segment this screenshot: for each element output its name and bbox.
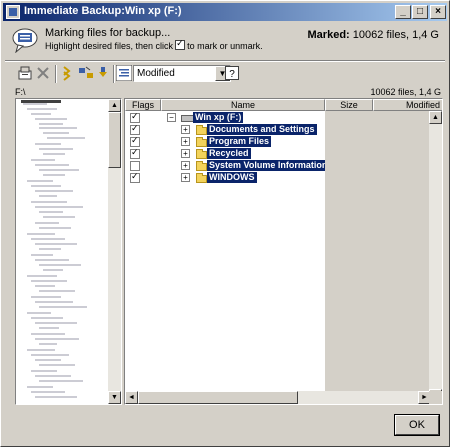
folder-icon — [196, 161, 207, 171]
window-title: Immediate Backup:Win xp (F:) — [24, 5, 182, 17]
tree-node-label[interactable]: WINDOWS — [207, 172, 257, 183]
flag-checkbox[interactable] — [130, 147, 140, 159]
path-summary: 10062 files, 1,4 G — [370, 87, 441, 97]
check-icon — [175, 38, 186, 50]
right-vertical-scrollbar[interactable]: ▲ ▼ — [429, 111, 442, 403]
down-icon[interactable] — [95, 65, 111, 81]
tree-node[interactable]: + WINDOWS — [161, 172, 325, 184]
close-button[interactable]: × — [430, 5, 446, 19]
filter-icon[interactable] — [116, 65, 132, 81]
ok-button[interactable]: OK — [394, 414, 440, 436]
marked-summary: Marked: 10062 files, 1,4 G — [308, 29, 439, 41]
marked-label: Marked: — [307, 29, 350, 41]
toolbar-separator — [113, 65, 115, 83]
horizontal-scroll-thumb[interactable] — [138, 391, 298, 404]
delete-icon[interactable] — [35, 65, 51, 81]
flag-checkbox[interactable] — [130, 171, 140, 183]
scroll-up-button[interactable]: ▲ — [429, 111, 442, 124]
column-header-modified[interactable]: Modified — [373, 99, 442, 111]
column-header-flags[interactable]: Flags — [125, 99, 161, 111]
hint-after: to mark or unmark. — [187, 41, 263, 51]
maximize-button[interactable]: □ — [412, 5, 428, 19]
expand-icon[interactable]: + — [181, 125, 190, 134]
tree-node[interactable]: + System Volume Information — [161, 160, 330, 172]
scrollbar-corner — [429, 391, 442, 404]
marked-value: 10062 files, 1,4 G — [352, 29, 439, 41]
file-tree-pane[interactable]: Flags Name Size Modified − Win xp (F:) +… — [124, 98, 443, 405]
select-icon[interactable] — [60, 65, 76, 81]
hint-text: Highlight desired files, then click to ma… — [45, 38, 263, 51]
refresh-icon[interactable] — [78, 65, 94, 81]
expand-icon[interactable]: + — [181, 137, 190, 146]
details-area — [325, 111, 431, 391]
header-area: Marking files for backup... Highlight de… — [5, 23, 445, 59]
sort-field-select[interactable]: Modified ▼ — [133, 65, 231, 82]
title-bar[interactable]: Immediate Backup:Win xp (F:) _ □ × — [3, 3, 447, 21]
name-column: − Win xp (F:) + Documents and Settings +… — [161, 111, 330, 391]
tree-node-root[interactable]: − Win xp (F:) — [161, 112, 325, 124]
column-header-name[interactable]: Name — [161, 99, 325, 111]
toolbar-separator — [55, 65, 57, 83]
scroll-up-button[interactable]: ▲ — [108, 99, 121, 112]
flag-checkbox[interactable] — [130, 161, 140, 171]
tree-node[interactable]: + Recycled — [161, 148, 325, 160]
expand-icon[interactable]: + — [181, 149, 190, 158]
minimize-button[interactable]: _ — [395, 5, 411, 19]
folder-icon — [196, 125, 207, 135]
tree-minimap[interactable] — [17, 100, 109, 403]
folder-icon — [196, 149, 207, 159]
flags-column — [125, 111, 161, 391]
status-message: Marking files for backup... — [45, 27, 171, 39]
tree-node-label[interactable]: Documents and Settings — [207, 124, 317, 135]
tree-node[interactable]: + Documents and Settings — [161, 124, 325, 136]
tree-node-label[interactable]: Win xp (F:) — [193, 112, 244, 123]
svg-text:?: ? — [229, 69, 235, 80]
tree-node-label[interactable]: System Volume Information — [207, 160, 330, 171]
scroll-down-button[interactable]: ▼ — [108, 391, 121, 404]
separator — [5, 60, 445, 62]
hint-before: Highlight desired files, then click — [45, 41, 174, 51]
scroll-thumb[interactable] — [108, 112, 121, 168]
help-icon[interactable]: ? — [225, 66, 239, 80]
tree-node[interactable]: + Program Files — [161, 136, 325, 148]
expand-icon[interactable]: + — [181, 161, 190, 170]
backup-speech-icon — [12, 28, 38, 53]
left-vertical-scrollbar[interactable]: ▲ ▼ — [108, 99, 121, 404]
horizontal-scrollbar[interactable]: ◄ ► — [125, 391, 431, 404]
folder-icon — [196, 173, 207, 183]
flag-checkbox[interactable] — [130, 135, 140, 147]
tree-node-label[interactable]: Recycled — [207, 148, 251, 159]
flag-checkbox[interactable] — [130, 123, 140, 135]
sort-field-value: Modified — [137, 68, 175, 79]
toolbar: Modified ▼ ? — [15, 63, 435, 85]
tree-node-label[interactable]: Program Files — [207, 136, 272, 147]
path-bar: F:\ 10062 files, 1,4 G — [15, 87, 443, 97]
backup-window: Immediate Backup:Win xp (F:) _ □ × Marki… — [0, 0, 450, 447]
current-path: F:\ — [15, 87, 26, 97]
folder-icon — [196, 137, 207, 147]
expand-icon[interactable]: + — [181, 173, 190, 182]
tree-overview-pane[interactable]: ▲ ▼ — [15, 98, 122, 405]
collapse-icon[interactable]: − — [167, 113, 176, 122]
flag-checkbox-root[interactable] — [130, 111, 140, 123]
column-header-size[interactable]: Size — [325, 99, 373, 111]
scroll-left-button[interactable]: ◄ — [125, 391, 138, 404]
app-icon — [6, 5, 20, 19]
properties-icon[interactable] — [17, 65, 33, 81]
